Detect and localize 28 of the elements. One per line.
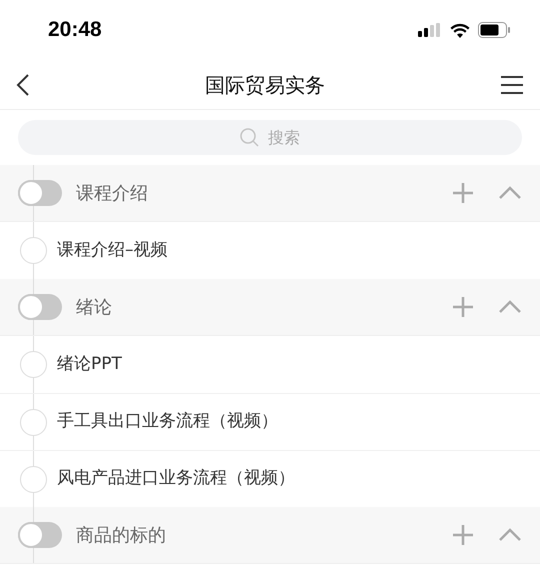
add-button[interactable] (452, 296, 474, 318)
lesson-title[interactable]: 风电产品进口业务流程（视频） (57, 466, 295, 492)
back-button[interactable] (16, 72, 30, 96)
battery-icon (478, 22, 510, 38)
section-toggle[interactable] (18, 294, 62, 320)
add-button[interactable] (452, 182, 474, 204)
section-toggle[interactable] (18, 522, 62, 548)
circle-icon (20, 351, 47, 378)
status-time: 20:48 (48, 17, 102, 44)
add-button[interactable] (452, 524, 474, 546)
section-title: 绪论 (76, 296, 113, 320)
circle-icon (20, 237, 47, 264)
section-title: 商品的标的 (76, 524, 167, 548)
menu-button[interactable] (500, 74, 524, 94)
circle-icon (20, 466, 47, 492)
collapse-button[interactable] (498, 186, 522, 200)
page-title: 国际贸易实务 (205, 72, 325, 98)
lesson-title[interactable]: 绪论PPT (57, 352, 122, 378)
search-icon (240, 128, 260, 148)
lesson-title[interactable]: 课程介绍–视频 (57, 238, 168, 264)
circle-icon (20, 408, 47, 436)
collapse-button[interactable] (498, 300, 522, 314)
section-title: 课程介绍 (76, 182, 149, 206)
lesson-title[interactable]: 手工具出口业务流程（视频） (57, 409, 278, 435)
signal-icon (418, 23, 442, 37)
collapse-button[interactable] (498, 528, 522, 542)
section-toggle[interactable] (18, 180, 62, 206)
wifi-icon (450, 22, 470, 38)
